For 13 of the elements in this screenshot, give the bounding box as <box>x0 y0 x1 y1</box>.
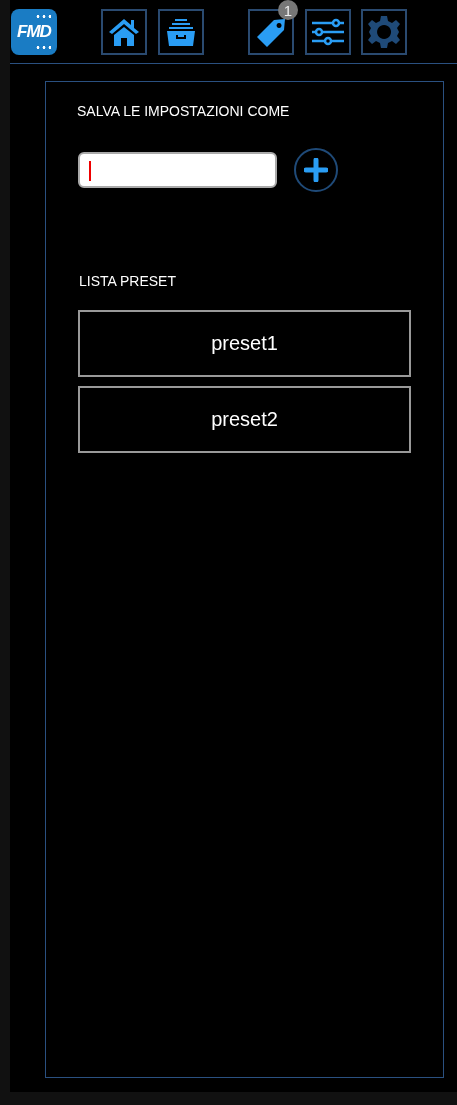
plus-icon <box>304 158 328 182</box>
archive-button[interactable] <box>158 9 204 55</box>
preset-button[interactable]: preset1 <box>78 310 411 377</box>
preset-button[interactable]: preset2 <box>78 386 411 453</box>
section-label: LISTA PRESET <box>79 273 177 289</box>
section-label: SALVA LE IMPOSTAZIONI COME <box>77 103 291 119</box>
count-badge: 1 <box>278 0 298 20</box>
sliders-button[interactable] <box>305 9 351 55</box>
settings-icon <box>366 14 402 50</box>
add-button[interactable] <box>294 148 338 192</box>
app-logo: FMD <box>11 9 57 55</box>
name-input-field[interactable] <box>78 152 277 188</box>
home-button[interactable] <box>101 9 147 55</box>
